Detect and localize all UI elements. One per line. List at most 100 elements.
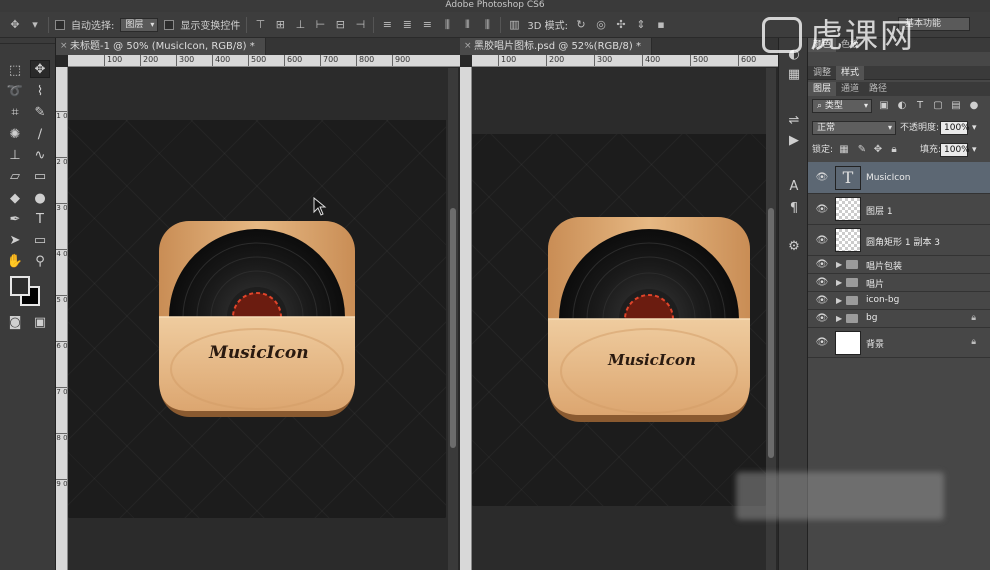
visibility-eye-icon[interactable]: 👁︎ — [814, 277, 830, 288]
layer-row[interactable]: 👁︎ 图层 1 — [808, 194, 990, 225]
expand-arrow-icon[interactable]: ▶ — [836, 314, 842, 323]
filter-shape-icon[interactable]: ▢ — [932, 100, 944, 112]
lock-all-icon[interactable]: 🔒︎ — [888, 144, 900, 156]
move-tool-icon[interactable]: ✥ — [8, 18, 22, 31]
filter-adjustment-icon[interactable]: ◐ — [896, 100, 908, 112]
actions-panel-icon[interactable]: ▶ — [784, 132, 804, 150]
blend-mode-dropdown[interactable]: 正常 — [812, 121, 896, 135]
paragraph-panel-icon[interactable]: ¶ — [784, 200, 804, 218]
auto-select-dropdown[interactable]: 图层 — [120, 17, 159, 32]
distribute-left-icon[interactable]: ⫼ — [440, 18, 454, 31]
tab-adjustments[interactable]: 调整 — [808, 66, 836, 80]
filter-toggle-icon[interactable]: ● — [968, 100, 980, 112]
type-tool-icon[interactable]: T — [30, 211, 50, 229]
gradient-tool-icon[interactable]: ▭ — [30, 168, 50, 186]
lasso-tool-icon[interactable]: ➰ — [5, 83, 25, 101]
layer-filter-dropdown[interactable]: ⌕ 类型 — [812, 99, 872, 113]
align-hcenter-icon[interactable]: ⊟ — [333, 18, 347, 31]
opacity-input[interactable]: 100% — [940, 121, 970, 135]
auto-align-icon[interactable]: ▥ — [507, 18, 521, 31]
dodge-tool-icon[interactable]: ● — [30, 190, 50, 208]
quick-mask-icon[interactable]: ◙ — [5, 314, 25, 332]
crop-tool-icon[interactable]: ⌗ — [5, 104, 25, 122]
pen-tool-icon[interactable]: ✒ — [5, 211, 25, 229]
filter-type-icon[interactable]: T — [914, 100, 926, 112]
vertical-scrollbar[interactable] — [448, 68, 458, 570]
layer-group-row[interactable]: 👁︎ ▶ icon-bg — [808, 292, 990, 310]
align-top-icon[interactable]: ⊤ — [253, 18, 267, 31]
rotate-3d-icon[interactable]: ↻ — [574, 18, 588, 31]
distribute-bottom-icon[interactable]: ≡ — [420, 18, 434, 31]
layer-row[interactable]: 👁︎ 背景 🔒︎ — [808, 328, 990, 358]
tools-grip[interactable] — [0, 38, 55, 44]
tab-channels[interactable]: 通道 — [836, 82, 864, 96]
zoom-tool-icon[interactable]: ⚲ — [30, 253, 50, 271]
layer-group-row[interactable]: 👁︎ ▶ bg 🔒︎ — [808, 310, 990, 328]
vertical-ruler[interactable] — [460, 67, 472, 570]
opacity-slider-arrow-icon[interactable]: ▾ — [972, 121, 977, 135]
path-select-tool-icon[interactable]: ➤ — [5, 232, 25, 250]
visibility-eye-icon[interactable]: 👁︎ — [814, 204, 830, 215]
lock-position-icon[interactable]: ✥ — [872, 144, 884, 156]
layer-row[interactable]: 👁︎ 圆角矩形 1 副本 3 — [808, 225, 990, 256]
swatches-panel-icon[interactable]: ▦ — [784, 66, 804, 84]
close-tab-icon[interactable]: × — [60, 38, 68, 55]
hand-tool-icon[interactable]: ✋ — [5, 253, 25, 271]
horizontal-ruler[interactable]: 100 200 300 400 500 600 700 800 900 — [68, 55, 460, 67]
align-vcenter-icon[interactable]: ⊞ — [273, 18, 287, 31]
auto-select-checkbox[interactable] — [55, 19, 65, 30]
tool-preset-chevron-icon[interactable]: ▾ — [28, 18, 42, 31]
vertical-ruler[interactable]: 1 0 2 0 3 0 4 0 5 0 6 0 7 0 8 0 9 0 — [56, 67, 68, 570]
distribute-vcenter-icon[interactable]: ≣ — [400, 18, 414, 31]
healing-tool-icon[interactable]: ✺ — [5, 126, 25, 144]
foreground-color-swatch[interactable] — [10, 276, 30, 296]
visibility-eye-icon[interactable]: 👁︎ — [814, 259, 830, 270]
expand-arrow-icon[interactable]: ▶ — [836, 260, 842, 269]
tab-paths[interactable]: 路径 — [864, 82, 892, 96]
brush-panel-icon[interactable]: ⚙ — [784, 238, 804, 256]
filter-smart-object-icon[interactable]: ▤ — [950, 100, 962, 112]
scrollbar-thumb[interactable] — [768, 208, 774, 458]
document-tab-1[interactable]: × 未标题-1 @ 50% (MusicIcon, RGB/8) * — [56, 38, 266, 55]
marquee-tool-icon[interactable]: ⬚ — [5, 62, 25, 80]
character-panel-icon[interactable]: A — [784, 178, 804, 196]
roll-3d-icon[interactable]: ◎ — [594, 18, 608, 31]
expand-arrow-icon[interactable]: ▶ — [836, 278, 842, 287]
visibility-eye-icon[interactable]: 👁︎ — [814, 313, 830, 324]
move-tool-icon[interactable]: ✥ — [30, 60, 50, 78]
document-tab-2[interactable]: × 黑胶唱片图标.psd @ 52%(RGB/8) * — [460, 38, 652, 55]
eraser-tool-icon[interactable]: ▱ — [5, 168, 25, 186]
lock-image-icon[interactable]: ✎ — [856, 144, 868, 156]
show-transform-checkbox[interactable] — [164, 19, 175, 30]
distribute-hcenter-icon[interactable]: ⦀ — [460, 18, 474, 31]
history-brush-tool-icon[interactable]: ∿ — [30, 147, 50, 165]
align-right-icon[interactable]: ⊣ — [353, 18, 367, 31]
blur-tool-icon[interactable]: ◆ — [5, 190, 25, 208]
align-left-icon[interactable]: ⊢ — [313, 18, 327, 31]
align-bottom-icon[interactable]: ⊥ — [293, 18, 307, 31]
expand-arrow-icon[interactable]: ▶ — [836, 296, 842, 305]
visibility-eye-icon[interactable]: 👁︎ — [814, 172, 830, 183]
scrollbar-thumb[interactable] — [450, 208, 456, 448]
visibility-eye-icon[interactable]: 👁︎ — [814, 337, 830, 348]
horizontal-ruler[interactable]: 100 200 300 400 500 600 — [472, 55, 778, 67]
layer-group-row[interactable]: 👁︎ ▶ 唱片 — [808, 274, 990, 292]
tab-layers[interactable]: 图层 — [808, 82, 837, 96]
visibility-eye-icon[interactable]: 👁︎ — [814, 295, 830, 306]
close-tab-icon[interactable]: × — [464, 38, 472, 55]
history-panel-icon[interactable]: ⇌ — [784, 112, 804, 130]
fill-input[interactable]: 100% — [940, 143, 970, 157]
distribute-top-icon[interactable]: ≡ — [380, 18, 394, 31]
layer-group-row[interactable]: 👁︎ ▶ 唱片包装 — [808, 256, 990, 274]
quick-select-tool-icon[interactable]: ⌇ — [30, 83, 50, 101]
filter-pixel-icon[interactable]: ▣ — [878, 100, 890, 112]
lock-transparent-icon[interactable]: ▦ — [838, 144, 850, 156]
screen-mode-icon[interactable]: ▣ — [30, 314, 50, 332]
distribute-right-icon[interactable]: ⫼ — [480, 18, 494, 31]
slide-3d-icon[interactable]: ⇕ — [634, 18, 648, 31]
drag-3d-icon[interactable]: ✣ — [614, 18, 628, 31]
fill-slider-arrow-icon[interactable]: ▾ — [972, 143, 977, 157]
brush-tool-icon[interactable]: ∕ — [30, 126, 50, 144]
stamp-tool-icon[interactable]: ⊥ — [5, 147, 25, 165]
layer-row[interactable]: 👁︎ T MusicIcon — [808, 162, 990, 194]
